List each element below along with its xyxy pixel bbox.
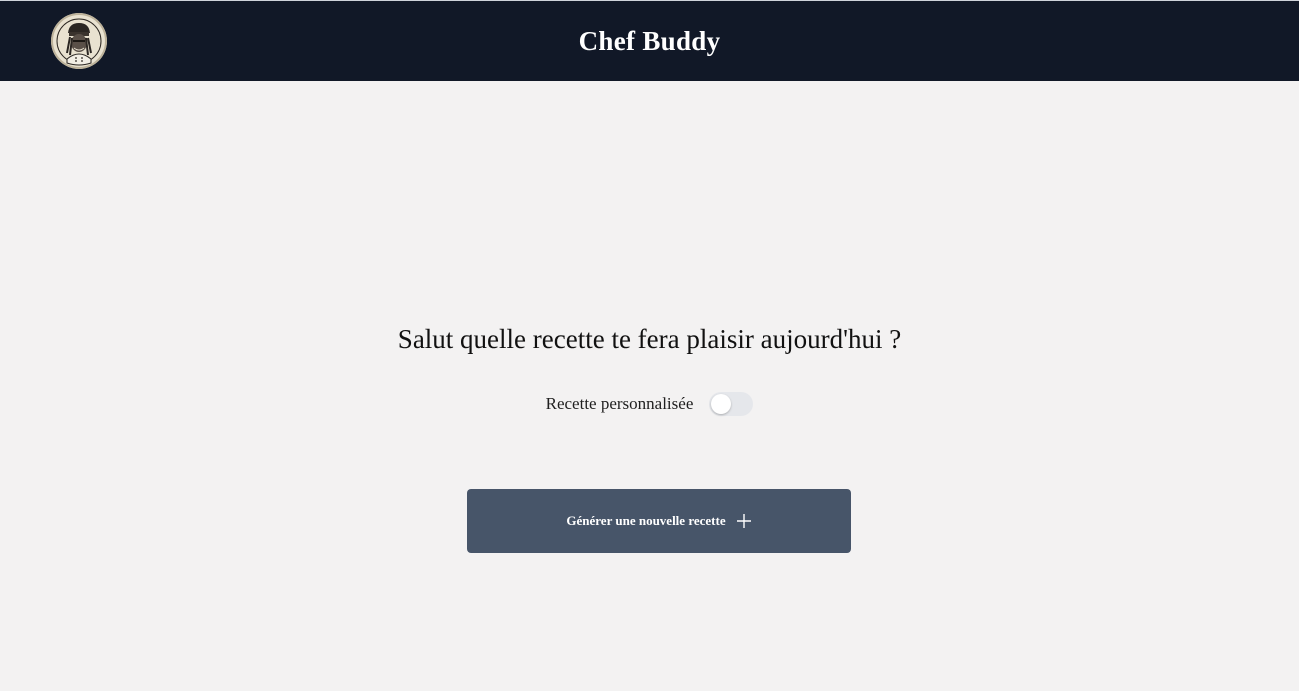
- generate-recipe-button[interactable]: Générer une nouvelle recette: [467, 489, 851, 553]
- plus-icon: [736, 513, 752, 529]
- main-content: Salut quelle recette te fera plaisir auj…: [0, 81, 1299, 691]
- app-title: Chef Buddy: [578, 26, 721, 56]
- generate-recipe-label: Générer une nouvelle recette: [566, 513, 726, 528]
- custom-recipe-toggle[interactable]: [709, 392, 754, 416]
- custom-recipe-label: Recette personnalisée: [545, 394, 694, 413]
- app-header: Chef Buddy: [0, 0, 1299, 81]
- custom-recipe-row: Recette personnalisée: [0, 391, 1299, 417]
- toggle-knob: [711, 394, 732, 414]
- greeting-heading: Salut quelle recette te fera plaisir auj…: [397, 324, 902, 354]
